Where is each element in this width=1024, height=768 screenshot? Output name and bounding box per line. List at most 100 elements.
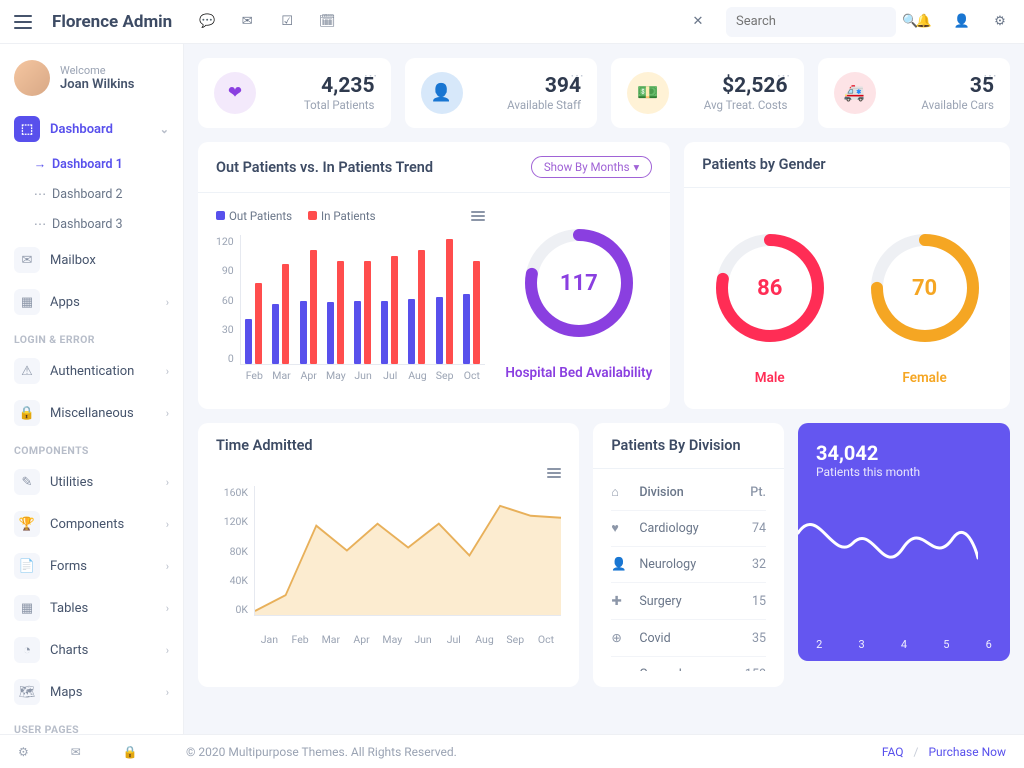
division-rows[interactable]: ♥Cardiology74👤Neurology32✚Surgery15⊕Covi… <box>611 511 766 671</box>
division-row[interactable]: 👤Neurology32 <box>611 547 766 583</box>
more-icon[interactable]: ⋯ <box>983 68 998 84</box>
chevron-right-icon: › <box>166 518 169 531</box>
brand: Florence Admin <box>52 12 172 32</box>
footer-lock-icon[interactable]: 🔒 <box>123 745 138 759</box>
bed-label: Hospital Bed Availability <box>505 365 652 381</box>
division-panel: Patients By Division ⌂ Division Pt. ♥Car… <box>593 423 784 687</box>
lock-icon: 🔒 <box>14 400 40 426</box>
mailbox-icon: ✉ <box>14 247 40 273</box>
calendar-icon[interactable]: 🗓 <box>318 13 336 31</box>
chevron-right-icon: › <box>166 296 169 309</box>
trend-title: Out Patients vs. In Patients Trend <box>216 159 433 176</box>
sidebar-user[interactable]: Welcome Joan Wilkins <box>0 56 183 108</box>
user-name: Joan Wilkins <box>60 77 134 92</box>
nav-mailbox[interactable]: ✉Mailbox <box>0 239 183 281</box>
more-icon[interactable]: ⋯ <box>364 68 379 84</box>
sidebar: Welcome Joan Wilkins ⬚ Dashboard ⌄ →Dash… <box>0 44 184 734</box>
footer-mail-icon[interactable]: ✉ <box>71 745 81 759</box>
patients-month-card: 34,042 Patients this month 23456 <box>798 423 1010 661</box>
stat-label: Avg Treat. Costs <box>704 98 788 112</box>
nav-dashboard[interactable]: ⬚ Dashboard ⌄ <box>0 108 183 150</box>
chevron-right-icon: › <box>166 686 169 699</box>
division-icon: ✚ <box>611 593 639 609</box>
check-icon[interactable]: ☑ <box>278 13 296 31</box>
nav-components[interactable]: 🏆Components› <box>0 503 183 545</box>
chat-icon[interactable]: 💬 <box>198 13 216 31</box>
footer-faq-link[interactable]: FAQ <box>882 745 904 759</box>
subnav-dashboard-2[interactable]: ⋯Dashboard 2 <box>30 179 183 209</box>
subnav-dashboard-1[interactable]: →Dashboard 1 <box>30 150 183 179</box>
file-icon: 📄 <box>14 553 40 579</box>
bell-icon[interactable]: 🔔 <box>914 12 934 32</box>
female-label: Female <box>902 370 946 386</box>
time-admitted-title: Time Admitted <box>216 437 313 454</box>
division-row[interactable]: ♥Cardiology74 <box>611 511 766 547</box>
chart-menu-icon[interactable] <box>547 468 561 478</box>
clock-icon: ◔ <box>14 637 40 663</box>
chevron-right-icon: › <box>166 476 169 489</box>
top-quick-icons: 💬 ✉ ☑ 🗓 <box>198 13 336 31</box>
male-donut: 86 <box>710 228 830 348</box>
gender-title: Patients by Gender <box>702 156 825 173</box>
shuffle-icon[interactable]: ✕ <box>688 12 708 32</box>
nav-miscellaneous[interactable]: 🔒Miscellaneous› <box>0 392 183 434</box>
chevron-right-icon: › <box>166 365 169 378</box>
user-icon[interactable]: 👤 <box>952 12 972 32</box>
copyright: © 2020 Multipurpose Themes. All Rights R… <box>186 745 457 759</box>
division-title: Patients By Division <box>611 437 740 454</box>
footer-gear-icon[interactable]: ⚙ <box>18 745 29 759</box>
female-donut: 70 <box>865 228 985 348</box>
trend-panel: Out Patients vs. In Patients Trend Show … <box>198 142 670 409</box>
footer-purchase-link[interactable]: Purchase Now <box>928 745 1006 759</box>
section-login-error: LOGIN & ERROR <box>0 323 183 350</box>
warning-icon: ⚠ <box>14 358 40 384</box>
division-row[interactable]: ⌂General158 <box>611 657 766 671</box>
chart-menu-icon[interactable] <box>471 211 485 221</box>
home-icon: ⌂ <box>611 485 639 500</box>
stat-icon: 🚑 <box>834 72 876 114</box>
patients-month-label: Patients this month <box>816 465 992 479</box>
search-input[interactable] <box>736 14 902 29</box>
stat-card-3[interactable]: ⋯ 🚑 35Available Cars <box>818 58 1011 128</box>
time-admitted-chart: 160K120K80K40K0K JanFebMarAprMayJunJulAu… <box>216 486 561 646</box>
section-user-pages: USER PAGES <box>0 713 183 734</box>
menu-toggle[interactable] <box>14 15 32 29</box>
nav-utilities[interactable]: ✎Utilities› <box>0 461 183 503</box>
edit-icon: ✎ <box>14 469 40 495</box>
stat-label: Available Cars <box>921 98 994 112</box>
gear-icon[interactable]: ⚙ <box>990 12 1010 32</box>
division-row[interactable]: ⊕Covid35 <box>611 620 766 657</box>
division-icon: 👤 <box>611 557 639 572</box>
mail-icon[interactable]: ✉ <box>238 13 256 31</box>
nav-authentication[interactable]: ⚠Authentication› <box>0 350 183 392</box>
nav-apps[interactable]: ▦Apps› <box>0 281 183 323</box>
division-icon: ⌂ <box>611 667 639 671</box>
bed-value: 117 <box>519 223 639 343</box>
division-row[interactable]: ✚Surgery15 <box>611 583 766 620</box>
chevron-right-icon: › <box>166 560 169 573</box>
trend-filter-button[interactable]: Show By Months▾ <box>531 156 652 178</box>
section-components: COMPONENTS <box>0 434 183 461</box>
stat-card-1[interactable]: ⋯ 👤 394Available Staff <box>405 58 598 128</box>
stat-icon: 👤 <box>421 72 463 114</box>
nav-maps[interactable]: 🗺Maps› <box>0 671 183 713</box>
nav-tables[interactable]: ▦Tables› <box>0 587 183 629</box>
footer: ⚙ ✉ 🔒 © 2020 Multipurpose Themes. All Ri… <box>0 734 1024 768</box>
subnav-dashboard-3[interactable]: ⋯Dashboard 3 <box>30 209 183 239</box>
main-content: ⋯ ❤ 4,235Total Patients ⋯ 👤 394Available… <box>184 44 1024 734</box>
chevron-right-icon: › <box>166 602 169 615</box>
nav-charts[interactable]: ◔Charts› <box>0 629 183 671</box>
topbar: Florence Admin 💬 ✉ ☑ 🗓 ✕ 🔍 🔔 👤 ⚙ <box>0 0 1024 44</box>
stat-card-0[interactable]: ⋯ ❤ 4,235Total Patients <box>198 58 391 128</box>
stat-card-2[interactable]: ⋯ 💵 $2,526Avg Treat. Costs <box>611 58 804 128</box>
nav-forms[interactable]: 📄Forms› <box>0 545 183 587</box>
search-box[interactable]: 🔍 <box>726 7 896 37</box>
dashboard-icon: ⬚ <box>14 116 40 142</box>
more-icon[interactable]: ⋯ <box>570 68 585 84</box>
stats-row: ⋯ ❤ 4,235Total Patients ⋯ 👤 394Available… <box>198 58 1010 128</box>
stat-label: Available Staff <box>507 98 581 112</box>
avatar <box>14 60 50 96</box>
more-icon[interactable]: ⋯ <box>777 68 792 84</box>
chevron-right-icon: › <box>166 407 169 420</box>
grid-icon: ▦ <box>14 595 40 621</box>
